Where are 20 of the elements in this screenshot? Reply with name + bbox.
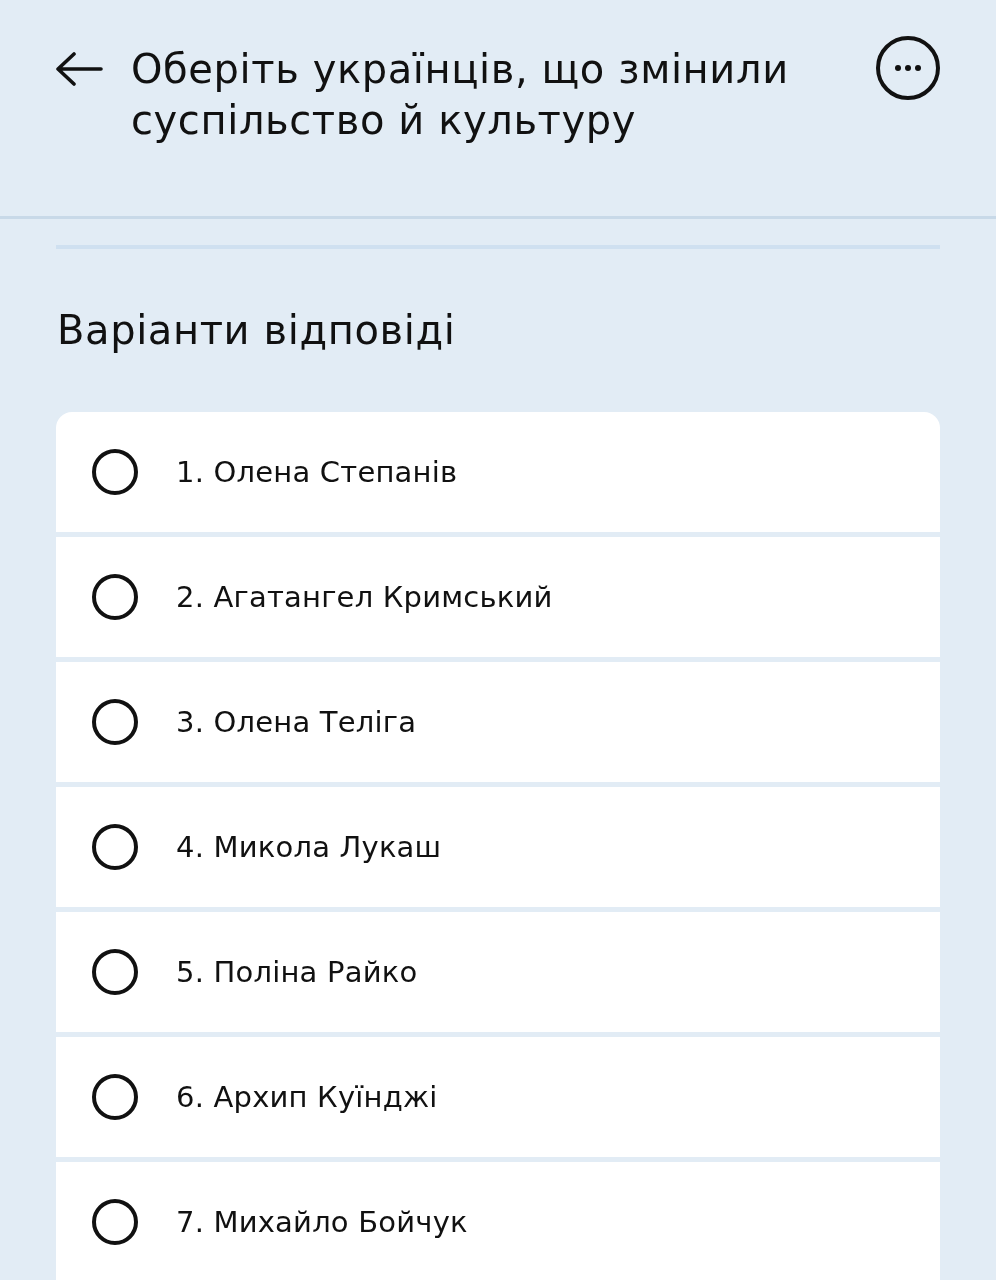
- radio-button[interactable]: [92, 699, 138, 745]
- option-label: 6. Архип Куїнджі: [176, 1079, 438, 1116]
- radio-button[interactable]: [92, 449, 138, 495]
- more-options-button[interactable]: [876, 36, 940, 100]
- section-heading: Варіанти відповіді: [57, 306, 456, 355]
- page-title: Оберіть українців, що змінили суспільство й культуру: [131, 45, 790, 145]
- radio-button[interactable]: [92, 1074, 138, 1120]
- option-label: 1. Олена Степанів: [176, 454, 458, 491]
- ellipsis-icon: [895, 65, 921, 71]
- left-arrow-icon: [55, 52, 103, 86]
- radio-button[interactable]: [92, 949, 138, 995]
- option-label: 7. Михайло Бойчук: [176, 1204, 468, 1241]
- radio-button[interactable]: [92, 824, 138, 870]
- option-label: 2. Агатангел Кримський: [176, 579, 553, 616]
- radio-button[interactable]: [92, 1199, 138, 1245]
- option-label: 5. Поліна Райко: [176, 954, 418, 991]
- option-label: 4. Микола Лукаш: [176, 829, 442, 866]
- back-button[interactable]: [55, 52, 103, 86]
- option-label: 3. Олена Теліга: [176, 704, 417, 741]
- radio-button[interactable]: [92, 574, 138, 620]
